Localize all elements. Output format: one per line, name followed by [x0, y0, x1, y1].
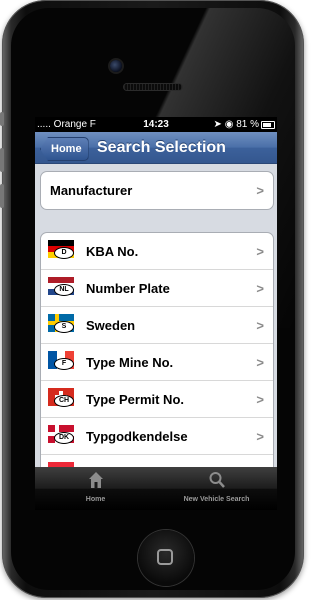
country-code-badge: D	[54, 247, 74, 259]
manufacturer-group: Manufacturer >	[40, 171, 274, 210]
chevron-right-icon: >	[256, 183, 264, 198]
hardware-home-button[interactable]	[138, 530, 194, 586]
page-title: Search Selection	[97, 139, 226, 156]
manufacturer-label: Manufacturer	[50, 183, 133, 198]
front-camera-icon	[110, 60, 122, 72]
list-item-label: Sweden	[86, 318, 136, 333]
list-item-label: Type Permit No.	[86, 392, 185, 407]
list-item-label: KBA No.	[86, 244, 139, 259]
search-selection-list: Manufacturer > D KBA No. > NL Number Pla…	[35, 163, 277, 467]
chevron-right-icon: >	[256, 244, 264, 259]
manufacturer-row[interactable]: Manufacturer >	[41, 172, 273, 209]
list-item-label: Type Mine No.	[86, 355, 174, 370]
battery-icon	[261, 121, 275, 129]
country-code-badge: NL	[54, 284, 74, 296]
chevron-right-icon: >	[256, 355, 264, 370]
battery-percent-text: 81 %	[236, 119, 259, 130]
status-bar: ..... Orange F 14:23 ➤ ◉ 81 %	[35, 117, 277, 132]
list-item-label: Number Plate	[86, 281, 170, 296]
list-item-sweden[interactable]: S Sweden >	[41, 307, 273, 344]
alarm-icon: ◉	[224, 119, 234, 130]
chevron-right-icon: >	[256, 281, 264, 296]
tab-home[interactable]: Home	[35, 467, 156, 510]
tab-new-vehicle-search[interactable]: New Vehicle Search	[156, 467, 277, 510]
app-screen: ..... Orange F 14:23 ➤ ◉ 81 % Home Searc…	[35, 117, 277, 510]
house-icon	[88, 472, 103, 488]
list-item-type-mine[interactable]: F Type Mine No. >	[41, 344, 273, 381]
chevron-right-icon: >	[256, 392, 264, 407]
chevron-right-icon: >	[256, 455, 264, 467]
tab-bar: Home New Vehicle Search	[35, 467, 277, 510]
list-item-kba[interactable]: D KBA No. >	[41, 233, 273, 270]
list-item-label: Typgodkendelse	[86, 429, 188, 444]
chevron-right-icon: >	[256, 318, 264, 333]
country-code-badge: CH	[54, 395, 74, 407]
list-item-typgodkendelse[interactable]: DK Typgodkendelse >	[41, 418, 273, 455]
mute-switch[interactable]	[0, 112, 4, 126]
search-type-group: D KBA No. > NL Number Plate > S Sweden >…	[40, 232, 274, 467]
tab-label: Home	[85, 496, 106, 503]
magnifier-icon	[209, 472, 225, 488]
country-code-badge: S	[54, 321, 74, 333]
chevron-right-icon: >	[256, 429, 264, 444]
list-item-number-plate[interactable]: NL Number Plate >	[41, 270, 273, 307]
navigation-bar: Home Search Selection	[35, 132, 277, 164]
tab-label: New Vehicle Search	[183, 496, 250, 503]
list-item-label: Nat. Code	[86, 455, 147, 467]
list-item-nat-code[interactable]: A Nat. Code >	[41, 455, 273, 467]
home-back-button[interactable]: Home	[40, 137, 89, 161]
battery-percent: ➤ ◉ 81 %	[214, 117, 259, 132]
country-code-badge: DK	[54, 432, 74, 444]
location-arrow-icon: ➤	[213, 119, 222, 130]
country-code-badge: F	[54, 358, 74, 370]
volume-down-button[interactable]	[0, 184, 4, 208]
home-square-icon	[157, 549, 173, 565]
earpiece-speaker	[124, 84, 182, 90]
volume-up-button[interactable]	[0, 148, 4, 172]
list-item-type-permit[interactable]: CH Type Permit No. >	[41, 381, 273, 418]
